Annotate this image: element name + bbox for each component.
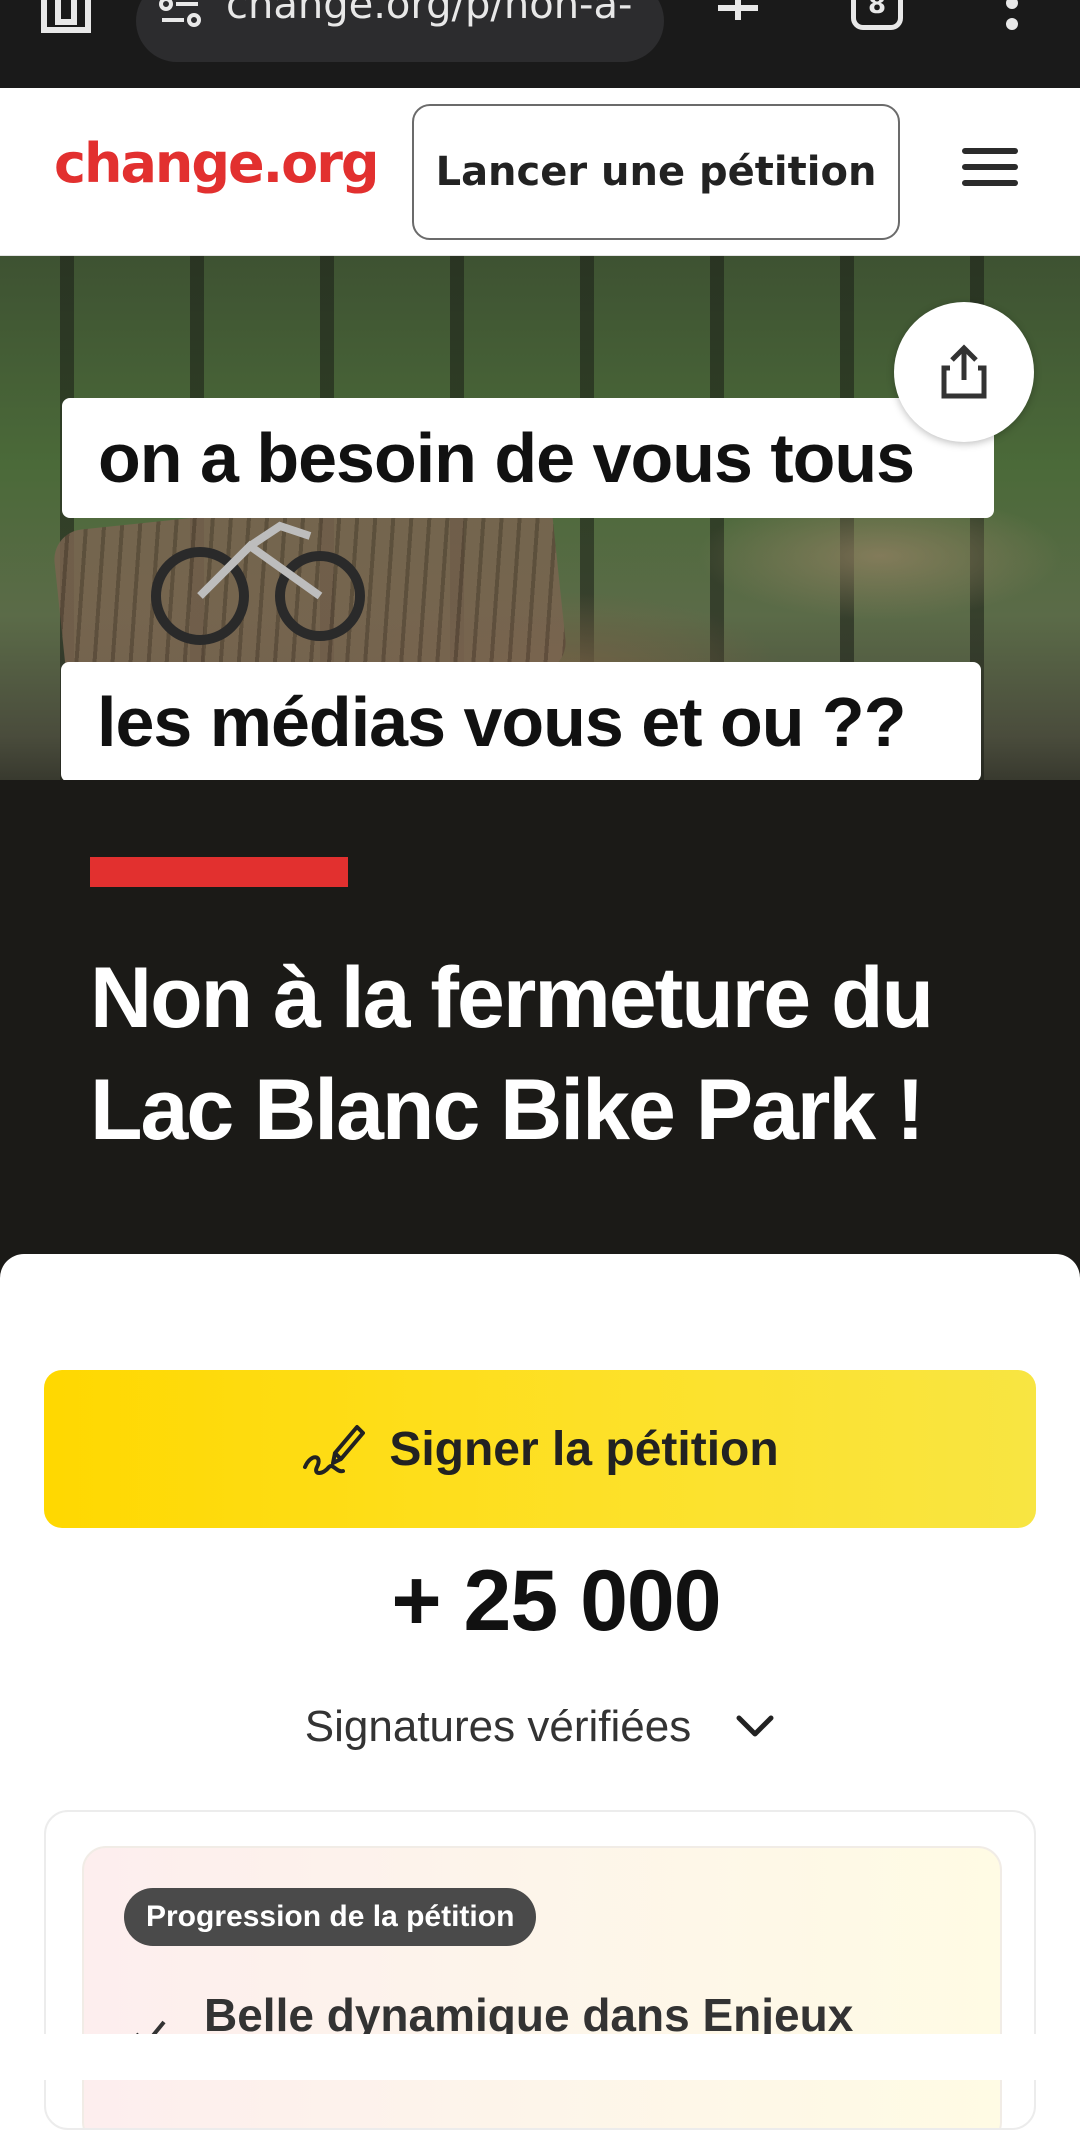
share-icon [941, 344, 987, 399]
chevron-down-icon [736, 1715, 774, 1737]
more-options-icon[interactable] [1005, 0, 1019, 36]
site-header: change.org Lancer une pétition [0, 88, 1080, 256]
petition-progress-card: Progression de la pétition Belle dynamiq… [44, 1810, 1036, 2130]
bottom-edge [0, 2034, 1080, 2080]
title-accent-bar [90, 857, 348, 887]
share-button[interactable] [894, 302, 1034, 442]
browser-top-bar: change.org/p/non-a- 8 [0, 0, 1080, 88]
new-tab-icon[interactable] [714, 0, 762, 34]
progress-badge: Progression de la pétition [124, 1888, 537, 1946]
hero-overlay-text-2: les médias vous et ou ?? [61, 662, 981, 782]
pen-signature-icon [303, 1425, 366, 1475]
hero-overlay-text-1: on a besoin de vous tous [62, 398, 994, 518]
url-text: change.org/p/non-a- [226, 0, 633, 28]
signature-count: + 25 000 [391, 1553, 721, 1649]
petition-title: Non à la fermeture du Lac Blanc Bike Par… [90, 950, 934, 1158]
home-icon[interactable] [40, 0, 92, 34]
sign-petition-button[interactable]: Signer la pétition [44, 1370, 1036, 1528]
petition-card: Signer la pétition + 25 000 Signatures v… [0, 1254, 1080, 2130]
address-bar[interactable]: change.org/p/non-a- [136, 0, 664, 62]
tab-switcher-button[interactable]: 8 [851, 0, 903, 30]
site-settings-icon[interactable] [158, 0, 204, 28]
bike-image [151, 521, 365, 645]
verified-signatures-label: Signatures vérifiées [304, 1702, 692, 1751]
change-org-logo[interactable]: change.org [54, 132, 380, 195]
start-petition-button[interactable]: Lancer une pétition [412, 104, 900, 240]
hamburger-menu-icon[interactable] [962, 148, 1018, 194]
sign-petition-label: Signer la pétition [389, 1422, 779, 1476]
petition-title-section: Non à la fermeture du Lac Blanc Bike Par… [0, 780, 1080, 1300]
verified-signatures-toggle[interactable]: Signatures vérifiées [0, 1702, 1080, 1752]
progress-panel: Progression de la pétition Belle dynamiq… [82, 1846, 1002, 2128]
